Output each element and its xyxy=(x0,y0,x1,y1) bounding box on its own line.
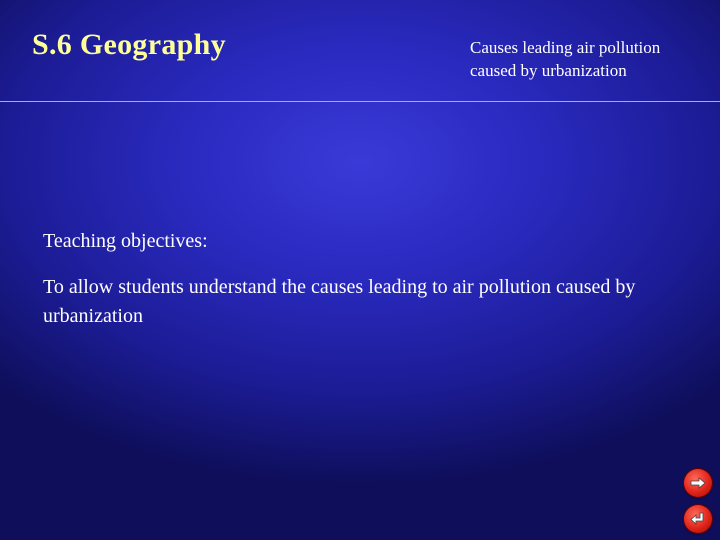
next-slide-button[interactable] xyxy=(684,469,712,497)
return-left-icon xyxy=(690,512,704,525)
arrow-right-icon xyxy=(690,477,706,489)
slide: S.6 Geography Causes leading air polluti… xyxy=(0,0,720,540)
slide-title: S.6 Geography xyxy=(32,28,226,61)
previous-slide-button[interactable] xyxy=(684,505,712,533)
objectives-heading: Teaching objectives: xyxy=(43,230,208,252)
objectives-text: To allow students understand the causes … xyxy=(43,276,636,327)
header-divider xyxy=(0,101,720,102)
slide-subtitle: Causes leading air pollution caused by u… xyxy=(470,38,661,80)
